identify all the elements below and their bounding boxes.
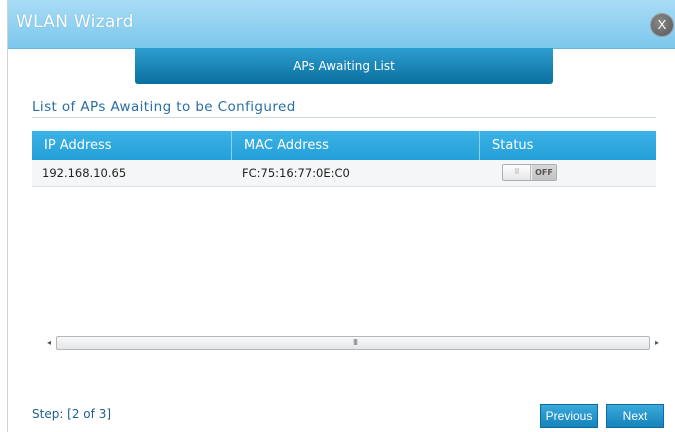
column-header-mac-address[interactable]: MAC Address [232, 131, 480, 160]
step-indicator: Step: [2 of 3] [32, 407, 112, 421]
titlebar: WLAN Wizard X [8, 0, 675, 49]
cell-ip-address: 192.168.10.65 [42, 166, 127, 180]
cell-mac-address: FC:75:16:77:0E:C0 [242, 166, 350, 180]
section-divider [32, 117, 656, 118]
scroll-left-arrow-icon[interactable]: ◂ [42, 335, 56, 350]
left-edge [0, 0, 7, 432]
status-toggle[interactable]: III OFF [502, 164, 557, 181]
close-button[interactable]: X [651, 14, 673, 36]
aps-table: IP Address MAC Address Status 192.168.10… [32, 131, 656, 187]
horizontal-scrollbar[interactable]: ◂ III ▸ [42, 335, 664, 350]
table-row[interactable]: 192.168.10.65 FC:75:16:77:0E:C0 III OFF [32, 160, 656, 187]
tab-aps-awaiting-list[interactable]: APs Awaiting List [135, 48, 553, 84]
table-header: IP Address MAC Address Status [32, 131, 656, 160]
scroll-right-arrow-icon[interactable]: ▸ [650, 335, 664, 350]
toggle-handle[interactable]: III [503, 165, 531, 180]
next-button[interactable]: Next [606, 404, 664, 428]
toggle-state-label: OFF [532, 165, 556, 180]
column-header-status[interactable]: Status [480, 131, 656, 160]
section-title: List of APs Awaiting to be Configured [32, 99, 296, 115]
scroll-grip-icon: III [352, 338, 358, 347]
close-icon: X [657, 17, 667, 32]
window-title: WLAN Wizard [16, 12, 134, 32]
cell-status: III OFF [480, 160, 656, 186]
scroll-thumb[interactable]: III [56, 336, 650, 350]
column-header-ip-address[interactable]: IP Address [32, 131, 232, 160]
wlan-wizard-dialog: WLAN Wizard X APs Awaiting List List of … [7, 0, 675, 432]
previous-button[interactable]: Previous [540, 404, 598, 428]
